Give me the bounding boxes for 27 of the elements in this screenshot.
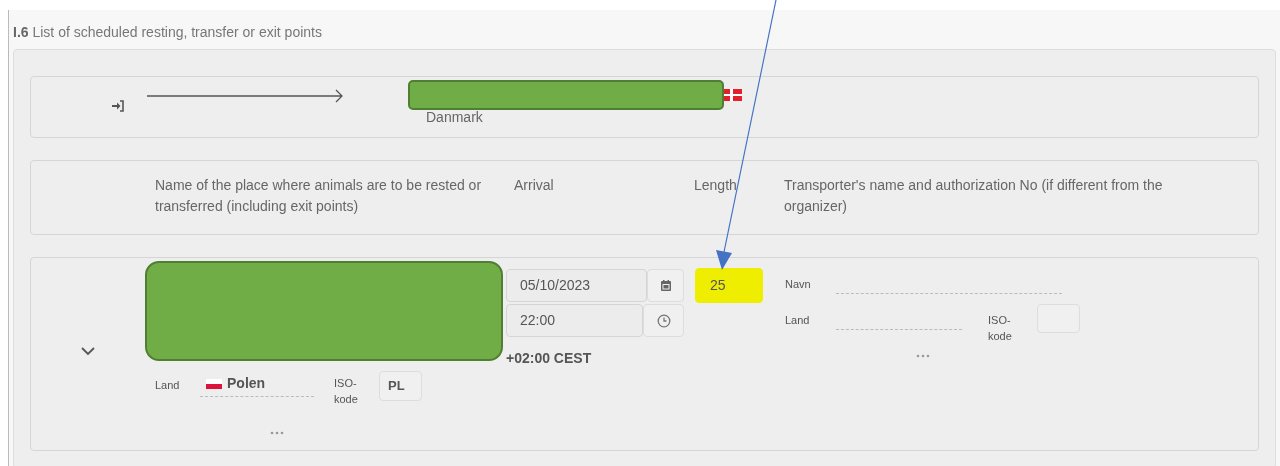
section-title: I.6 List of scheduled resting, transfer or exit points <box>13 23 323 42</box>
more-icon[interactable] <box>270 431 284 435</box>
length-field[interactable]: 25 <box>695 268 763 303</box>
country-field[interactable]: Polen <box>200 371 314 397</box>
field-label: Land <box>155 378 181 393</box>
danish-flag-icon <box>724 89 742 101</box>
clock-icon <box>656 313 671 328</box>
field-label: Navn <box>785 277 812 292</box>
iso-code-field[interactable]: PL <box>379 371 422 401</box>
column-header: Name of the place where animals are to be rested or transferred (including exit points) <box>155 176 483 216</box>
clock-button[interactable] <box>643 304 684 337</box>
polish-flag-icon <box>206 378 222 389</box>
date-field[interactable]: 05/10/2023 <box>506 269 647 302</box>
destination-country: Danmark <box>426 110 484 124</box>
more-icon[interactable] <box>916 354 930 358</box>
column-header: Length <box>694 176 738 195</box>
field-label: ISO-kode <box>988 313 1013 344</box>
chevron-down-icon[interactable] <box>80 346 96 356</box>
field-label: Land <box>785 313 811 328</box>
sign-in-icon <box>111 99 125 113</box>
column-header: Arrival <box>514 176 555 195</box>
time-field[interactable]: 22:00 <box>506 304 643 337</box>
field-label: ISO-kode <box>334 376 359 407</box>
timezone-label: +02:00 CEST <box>506 349 593 368</box>
calendar-button[interactable] <box>647 269 684 302</box>
column-header: Transporter's name and authorization No (if different from the organizer) <box>784 176 1164 216</box>
calendar-icon <box>660 280 671 291</box>
